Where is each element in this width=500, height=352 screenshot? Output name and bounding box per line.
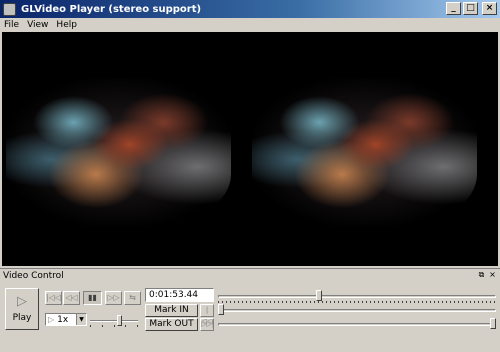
mark-in-slider[interactable] [218,303,496,317]
play-button[interactable]: ▷ Play [5,288,39,330]
menu-view[interactable]: View [27,20,48,30]
dock-header: Video Control ⧉ × [0,268,500,282]
mark-out-slider[interactable] [218,317,496,331]
jump-start-button[interactable]: |◁◁ [45,291,62,305]
mark-out-button[interactable]: Mark OUT [145,318,198,331]
mark-in-slider-thumb[interactable] [218,304,224,315]
close-dock-icon[interactable]: × [488,271,497,280]
right-eye-frame [252,78,477,226]
minimize-button[interactable]: _ [446,2,461,15]
loop-button[interactable]: ⇆ [124,291,141,305]
float-dock-icon[interactable]: ⧉ [477,271,486,280]
position-slider-thumb[interactable] [316,290,322,301]
chevron-down-icon[interactable]: ▼ [76,314,86,325]
play-icon: ▷ [17,294,27,309]
dock-title: Video Control [3,270,64,281]
step-forward-icon: ▷▷ [107,293,120,302]
time-display[interactable]: 0:01:53.44 [145,288,214,302]
menu-help[interactable]: Help [56,20,77,30]
jump-mark-out-button[interactable]: ▷▷| [200,318,214,331]
pause-button[interactable]: ▮▮ [83,291,102,305]
speed-value: 1x [57,314,69,325]
loop-icon: ⇆ [129,293,136,302]
mark-in-button[interactable]: Mark IN [145,304,198,317]
step-back-icon: ◁◁ [65,293,78,302]
step-back-button[interactable]: ◁◁ [63,291,80,305]
step-forward-button[interactable]: ▷▷ [105,291,122,305]
video-viewport[interactable] [2,32,498,266]
speed-play-icon: ▷ [48,315,55,324]
speed-slider-track [90,320,138,322]
jump-mark-in-button[interactable]: |◁◁ [200,304,214,325]
speed-select[interactable]: ▷ 1x ▼ [45,313,87,326]
mark-out-slider-track [218,323,496,326]
menu-file[interactable]: File [4,20,19,30]
close-button[interactable]: × [482,2,497,15]
position-slider-track [218,295,496,298]
app-icon [3,2,16,16]
pause-icon: ▮▮ [88,293,97,302]
position-slider[interactable] [218,289,496,303]
left-eye-frame [6,78,231,226]
mark-in-slider-track [218,309,496,312]
jump-start-icon: |◁◁ [46,293,61,302]
speed-slider-ticks [90,325,138,327]
window-title: GLVideo Player (stereo support) [21,3,202,15]
maximize-button[interactable]: □ [463,2,478,15]
speed-slider[interactable] [90,313,138,327]
mark-out-slider-thumb[interactable] [490,318,496,329]
title-bar: GLVideo Player (stereo support) _ □ × [0,0,500,18]
play-label: Play [12,313,32,323]
menu-bar: File View Help [0,18,500,32]
